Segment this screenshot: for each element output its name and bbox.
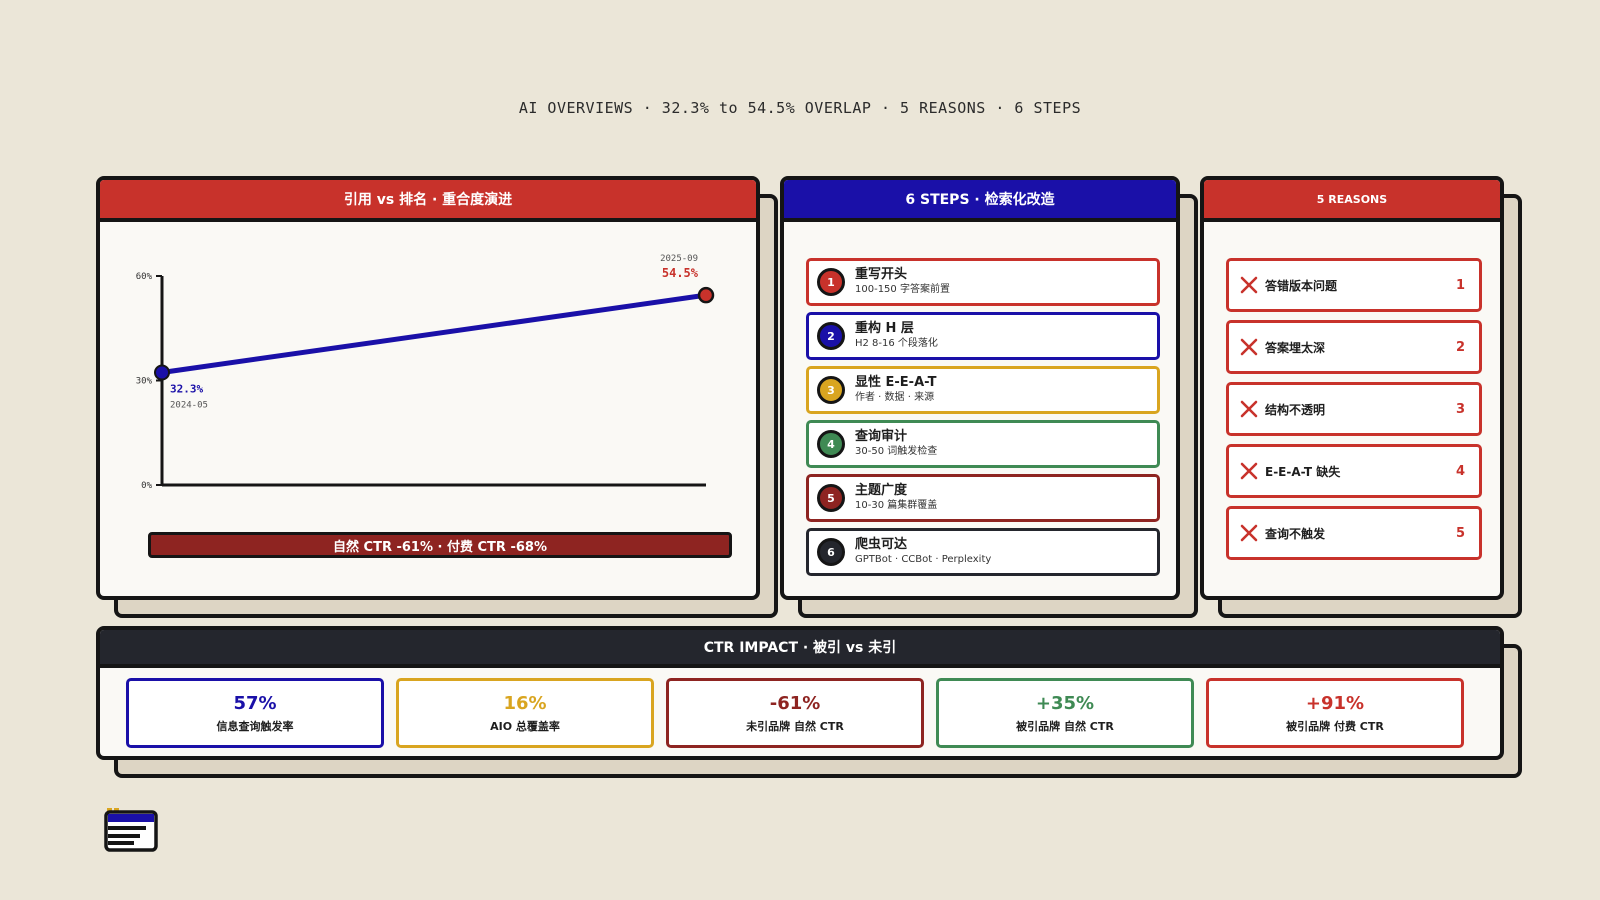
- close-x-icon: [1240, 400, 1258, 418]
- metrics-row: 57% 信息查询触发率 16% AIO 总覆盖率 -61% 未引品牌 自然 CT…: [126, 678, 1464, 748]
- close-x-icon: [1240, 524, 1258, 542]
- metric-value: 57%: [233, 693, 277, 714]
- metric-value: +91%: [1305, 693, 1365, 714]
- overlap-line-chart: 60% 30% 0% 32.3% 2024-05 2025-09 54.5%: [136, 254, 715, 491]
- step-subtitle: 100-150 字答案前置: [855, 284, 950, 295]
- data-point: [154, 364, 170, 381]
- data-point: [697, 286, 715, 304]
- metric-label: AIO 总覆盖率: [490, 720, 560, 733]
- reason-item[interactable]: 答错版本问题 1: [1226, 258, 1482, 312]
- step-number-badge: 1: [817, 268, 845, 296]
- reason-number: 1: [1455, 277, 1465, 293]
- step-item[interactable]: 6 爬虫可达 GPTBot · CCBot · Perplexity: [806, 528, 1160, 576]
- step-item[interactable]: 2 重构 H 层 H2 8-16 个段落化: [806, 312, 1160, 360]
- reason-number: 2: [1455, 339, 1465, 355]
- step-title: 重构 H 层: [855, 321, 914, 336]
- ctr-impact-panel: CTR IMPACT · 被引 vs 未引 57% 信息查询触发率 16% AI…: [96, 626, 1504, 760]
- reasons-header: 5 REASONS: [1204, 180, 1500, 222]
- step-subtitle: 10-30 篇集群覆盖: [855, 500, 938, 511]
- ctr-summary-bar: 自然 CTR -61% · 付费 CTR -68%: [148, 532, 732, 558]
- data-label: 54.5%: [662, 266, 699, 280]
- metric-card: 16% AIO 总覆盖率: [396, 678, 654, 748]
- reasons-list: 答错版本问题 1 答案埋太深 2 结构不透明 3 E-E-A-T 缺失 4 查询…: [1226, 258, 1482, 568]
- reason-item[interactable]: 答案埋太深 2: [1226, 320, 1482, 374]
- step-item[interactable]: 5 主题广度 10-30 篇集群覆盖: [806, 474, 1160, 522]
- step-subtitle: H2 8-16 个段落化: [855, 338, 938, 349]
- step-title: 显性 E-E-A-T: [855, 375, 937, 390]
- reasons-panel: 5 REASONS 答错版本问题 1 答案埋太深 2 结构不透明 3 E-E-A…: [1200, 176, 1504, 600]
- reason-item[interactable]: E-E-A-T 缺失 4: [1226, 444, 1482, 498]
- steps-header: 6 STEPS · 检索化改造: [784, 180, 1176, 222]
- metric-value: 16%: [503, 693, 547, 714]
- metric-label: 被引品牌 付费 CTR: [1286, 720, 1384, 733]
- data-label: 32.3%: [170, 382, 203, 395]
- close-x-icon: [1240, 338, 1258, 356]
- reason-number: 3: [1455, 401, 1465, 417]
- metric-card: 57% 信息查询触发率: [126, 678, 384, 748]
- reason-label: 查询不触发: [1265, 526, 1326, 541]
- step-number-badge: 5: [817, 484, 845, 512]
- ctr-impact-header: CTR IMPACT · 被引 vs 未引: [100, 630, 1500, 668]
- metric-card: +35% 被引品牌 自然 CTR: [936, 678, 1194, 748]
- y-tick-label: 0%: [141, 481, 152, 491]
- reason-label: E-E-A-T 缺失: [1265, 464, 1341, 479]
- step-title: 查询审计: [855, 429, 908, 444]
- page-title: AI OVERVIEWS · 32.3% to 54.5% OVERLAP · …: [518, 99, 1082, 117]
- metric-card: +91% 被引品牌 付费 CTR: [1206, 678, 1464, 748]
- date-label: 2025-09: [660, 254, 698, 264]
- reason-number: 4: [1455, 463, 1465, 479]
- step-number-badge: 6: [817, 538, 845, 566]
- reason-item[interactable]: 结构不透明 3: [1226, 382, 1482, 436]
- y-tick-label: 30%: [136, 377, 153, 387]
- step-number-badge: 4: [817, 430, 845, 458]
- reason-label: 答错版本问题: [1265, 278, 1338, 293]
- close-x-icon: [1240, 462, 1258, 480]
- reason-label: 结构不透明: [1265, 402, 1326, 417]
- step-number-badge: 2: [817, 322, 845, 350]
- metric-label: 信息查询触发率: [216, 720, 294, 733]
- step-item[interactable]: 4 查询审计 30-50 词触发检查: [806, 420, 1160, 468]
- series-line: [159, 292, 709, 375]
- browser-window-icon[interactable]: [104, 808, 158, 854]
- step-title: 重写开头: [855, 267, 908, 282]
- metric-label: 未引品牌 自然 CTR: [746, 720, 844, 733]
- metric-value: -61%: [769, 693, 821, 714]
- overlap-chart-header: 引用 vs 排名 · 重合度演进: [100, 180, 756, 222]
- steps-list: 1 重写开头 100-150 字答案前置 2 重构 H 层 H2 8-16 个段落化…: [806, 258, 1160, 582]
- metric-label: 被引品牌 自然 CTR: [1016, 720, 1114, 733]
- reason-number: 5: [1455, 525, 1465, 541]
- step-title: 主题广度: [855, 483, 908, 498]
- y-tick-label: 60%: [136, 272, 153, 282]
- metric-value: +35%: [1035, 693, 1095, 714]
- step-subtitle: 30-50 词触发检查: [855, 446, 938, 457]
- step-title: 爬虫可达: [855, 537, 908, 552]
- step-item[interactable]: 1 重写开头 100-150 字答案前置: [806, 258, 1160, 306]
- steps-panel: 6 STEPS · 检索化改造 1 重写开头 100-150 字答案前置 2 重构…: [780, 176, 1180, 600]
- close-x-icon: [1240, 276, 1258, 294]
- overlap-chart-panel: 引用 vs 排名 · 重合度演进 60% 30% 0% 32.3% 2024-05 202…: [96, 176, 760, 600]
- date-label: 2024-05: [170, 400, 208, 410]
- step-subtitle: GPTBot · CCBot · Perplexity: [855, 554, 992, 565]
- reason-item[interactable]: 查询不触发 5: [1226, 506, 1482, 560]
- step-item[interactable]: 3 显性 E-E-A-T 作者 · 数据 · 来源: [806, 366, 1160, 414]
- metric-card: -61% 未引品牌 自然 CTR: [666, 678, 924, 748]
- step-subtitle: 作者 · 数据 · 来源: [855, 392, 935, 403]
- reason-label: 答案埋太深: [1265, 340, 1326, 355]
- step-number-badge: 3: [817, 376, 845, 404]
